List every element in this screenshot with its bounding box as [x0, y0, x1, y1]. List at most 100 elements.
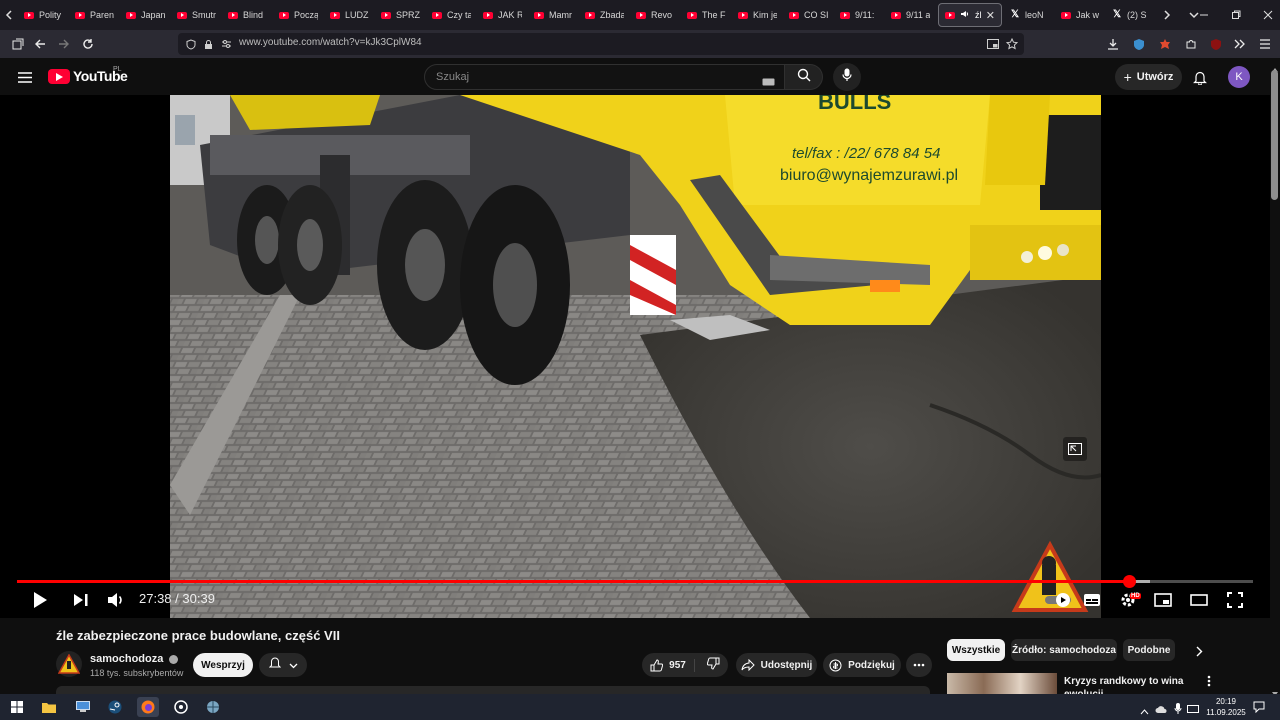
- tab-15[interactable]: CO SI: [783, 0, 834, 30]
- volume-button[interactable]: [103, 587, 129, 613]
- keyboard-icon[interactable]: [762, 73, 775, 91]
- tab-after-0[interactable]: 𝕏leoN: [1004, 0, 1055, 30]
- tab-13[interactable]: The F: [681, 0, 732, 30]
- search-input[interactable]: Szukaj: [424, 64, 785, 90]
- close-window-icon[interactable]: [1252, 0, 1280, 30]
- recommendation-thumbnail[interactable]: [947, 673, 1057, 694]
- dislike-button[interactable]: [701, 657, 720, 673]
- ublock-icon[interactable]: [1206, 34, 1226, 54]
- share-button[interactable]: Udostępnij: [736, 653, 817, 677]
- tab-scroll-left-icon[interactable]: [0, 5, 18, 25]
- bookmark-star-icon[interactable]: [1004, 36, 1020, 52]
- theater-mode-button[interactable]: [1186, 587, 1212, 613]
- restore-window-icon[interactable]: [1220, 0, 1252, 30]
- description-box[interactable]: [56, 686, 930, 694]
- tab-17[interactable]: 9/11 a: [885, 0, 936, 30]
- tray-cloud-icon[interactable]: [1155, 701, 1167, 719]
- next-video-button[interactable]: [68, 587, 94, 613]
- settings-button[interactable]: [1115, 587, 1141, 613]
- address-bar[interactable]: www.youtube.com/watch?v=kJk3CplW84: [178, 33, 1024, 55]
- chips-next-arrow-icon[interactable]: [1192, 644, 1206, 658]
- account-avatar[interactable]: K: [1228, 66, 1250, 88]
- channel-name[interactable]: samochodoza: [90, 653, 179, 665]
- reload-icon[interactable]: [78, 34, 98, 54]
- notifications-center-icon[interactable]: [1253, 700, 1265, 718]
- tab-16[interactable]: 9/11:: [834, 0, 885, 30]
- hamburger-menu-icon[interactable]: [1255, 34, 1275, 54]
- file-explorer-icon[interactable]: [38, 697, 60, 717]
- guide-menu-icon[interactable]: [16, 68, 34, 86]
- chip-from-channel[interactable]: Źródło: samochodoza: [1011, 639, 1117, 661]
- tab-3[interactable]: Smutr: [171, 0, 222, 30]
- tracking-protection-icon[interactable]: [183, 36, 199, 52]
- audio-playing-icon[interactable]: [960, 9, 970, 21]
- app-globe-icon[interactable]: [202, 697, 224, 717]
- tab-10[interactable]: Mamr: [528, 0, 579, 30]
- recommendation-menu-icon[interactable]: [1204, 674, 1214, 688]
- chip-related[interactable]: Podobne: [1123, 639, 1175, 661]
- downloads-icon[interactable]: [1103, 34, 1123, 54]
- search-button[interactable]: [785, 64, 823, 90]
- create-button[interactable]: + Utwórz: [1115, 64, 1182, 90]
- tab-after-1[interactable]: Jak w: [1055, 0, 1106, 30]
- extension-leaf-icon[interactable]: [1155, 34, 1175, 54]
- progress-bar[interactable]: [17, 575, 1253, 588]
- tab-11[interactable]: Zbada: [579, 0, 630, 30]
- tray-network-icon[interactable]: [1187, 701, 1199, 719]
- video-player[interactable]: BULLS tel/fax : /22/ 678 84 54 biuro@wyn…: [0, 95, 1270, 618]
- picture-in-picture-icon[interactable]: [985, 36, 1001, 52]
- notification-preferences-button[interactable]: [259, 653, 307, 677]
- scroll-down-arrow-icon[interactable]: [1271, 684, 1279, 696]
- computer-app-icon[interactable]: [72, 697, 94, 717]
- active-tab[interactable]: źle ✕: [938, 3, 1002, 27]
- extensions-puzzle-icon[interactable]: [1181, 34, 1201, 54]
- start-button-icon[interactable]: [6, 697, 28, 717]
- play-button[interactable]: [27, 587, 53, 613]
- tab-1[interactable]: Parent: [69, 0, 120, 30]
- tab-2[interactable]: Japan: [120, 0, 171, 30]
- autoplay-toggle[interactable]: [1043, 587, 1075, 613]
- tab-after-2[interactable]: 𝕏 (2) S: [1106, 0, 1157, 30]
- back-icon[interactable]: [30, 34, 50, 54]
- channel-avatar[interactable]: [56, 651, 82, 677]
- subtitles-button[interactable]: [1079, 587, 1105, 613]
- more-actions-button[interactable]: [906, 653, 932, 677]
- tab-8[interactable]: Czy ta: [426, 0, 477, 30]
- voice-search-button[interactable]: [833, 63, 861, 91]
- forward-icon[interactable]: [54, 34, 74, 54]
- steam-icon[interactable]: [104, 697, 126, 717]
- tab-14[interactable]: Kim je: [732, 0, 783, 30]
- notifications-bell-icon[interactable]: [1190, 68, 1210, 86]
- scroll-up-arrow-icon[interactable]: [1271, 60, 1279, 72]
- minimize-window-icon[interactable]: [1188, 0, 1220, 30]
- tab-5[interactable]: Począ: [273, 0, 324, 30]
- tab-4[interactable]: Blind: [222, 0, 273, 30]
- exit-fullscreen-corner-icon[interactable]: [1063, 437, 1087, 461]
- close-tab-icon[interactable]: ✕: [986, 9, 995, 22]
- tab-12[interactable]: Revo: [630, 0, 681, 30]
- tab-7[interactable]: SPRZĄ: [375, 0, 426, 30]
- tray-chevron-up-icon[interactable]: [1140, 702, 1149, 720]
- like-button[interactable]: 957: [650, 658, 695, 672]
- support-button[interactable]: Wesprzyj: [193, 653, 253, 677]
- tab-0[interactable]: Polity: [18, 0, 69, 30]
- tab-groups-icon[interactable]: [8, 34, 28, 54]
- chip-all[interactable]: Wszystkie: [947, 639, 1005, 661]
- fullscreen-button[interactable]: [1222, 587, 1248, 613]
- tray-mic-icon[interactable]: [1174, 701, 1182, 719]
- page-scrollbar-thumb[interactable]: [1271, 70, 1278, 200]
- tab-6[interactable]: LUDZI: [324, 0, 375, 30]
- miniplayer-button[interactable]: [1150, 587, 1176, 613]
- thanks-button[interactable]: Podziękuj: [823, 653, 901, 677]
- video-frame[interactable]: BULLS tel/fax : /22/ 678 84 54 biuro@wyn…: [170, 95, 1101, 618]
- obs-icon[interactable]: [170, 697, 192, 717]
- tab-9[interactable]: JAK RI: [477, 0, 528, 30]
- permissions-icon[interactable]: [218, 36, 234, 52]
- firefox-icon[interactable]: [137, 697, 159, 717]
- tab-scroll-right-icon[interactable]: [1157, 10, 1177, 20]
- youtube-favicon-icon: [534, 10, 544, 20]
- taskbar-clock[interactable]: 20:19 11.09.2025: [1204, 696, 1248, 718]
- lock-icon[interactable]: [200, 36, 216, 52]
- more-tools-icon[interactable]: [1230, 34, 1250, 54]
- privacy-extension-icon[interactable]: [1129, 34, 1149, 54]
